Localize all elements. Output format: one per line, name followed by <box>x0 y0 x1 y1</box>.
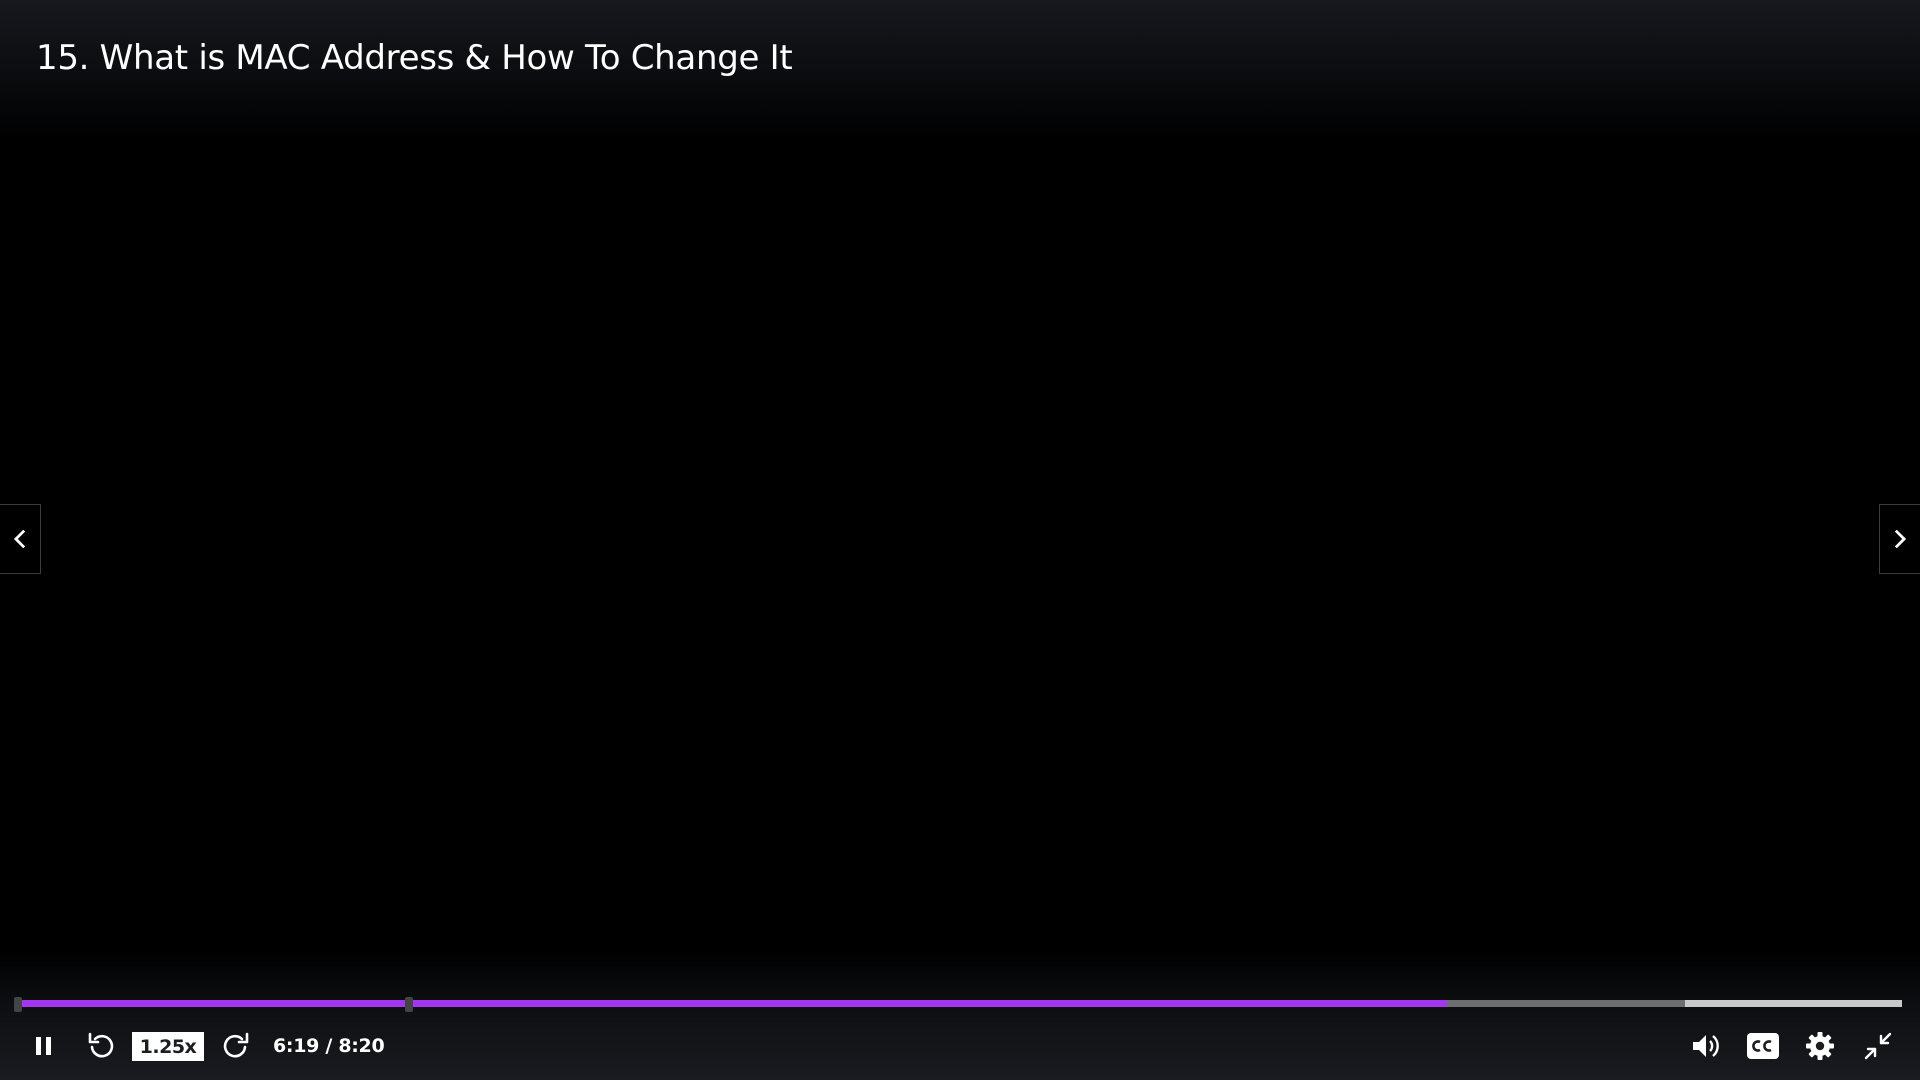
pause-button[interactable] <box>24 1024 64 1068</box>
video-player[interactable]: 15. What is MAC Address & How To Change … <box>0 0 1920 1080</box>
time-separator: / <box>319 1035 339 1057</box>
playback-speed-button[interactable]: 1.25x <box>132 1032 204 1061</box>
pause-icon <box>36 1037 51 1055</box>
chevron-right-icon <box>1894 529 1907 549</box>
rewind-button[interactable] <box>81 1024 121 1068</box>
volume-icon <box>1693 1035 1719 1057</box>
time-display: 6:19 / 8:20 <box>273 1024 385 1068</box>
video-title: 15. What is MAC Address & How To Change … <box>36 38 793 78</box>
rewind-5-icon <box>88 1032 114 1058</box>
closed-captions-icon <box>1747 1033 1779 1059</box>
captions-button[interactable] <box>1741 1024 1785 1068</box>
control-bar: 1.25x 6:19 / 8:20 <box>0 1024 1920 1068</box>
exit-fullscreen-icon <box>1864 1032 1892 1060</box>
forward-button[interactable] <box>216 1024 256 1068</box>
current-time: 6:19 <box>273 1035 320 1057</box>
forward-5-icon <box>223 1032 249 1058</box>
chevron-left-icon <box>13 529 26 549</box>
settings-button[interactable] <box>1798 1024 1842 1068</box>
progress-bar[interactable] <box>14 997 1902 1012</box>
chapter-marker[interactable] <box>405 997 414 1012</box>
gear-icon <box>1806 1032 1834 1060</box>
duration: 8:20 <box>338 1035 385 1057</box>
exit-fullscreen-button[interactable] <box>1856 1024 1900 1068</box>
previous-lecture-button[interactable] <box>0 504 41 574</box>
volume-button[interactable] <box>1684 1024 1728 1068</box>
progress-played <box>18 1000 1448 1007</box>
progress-start-marker <box>14 997 22 1012</box>
next-lecture-button[interactable] <box>1879 504 1920 574</box>
